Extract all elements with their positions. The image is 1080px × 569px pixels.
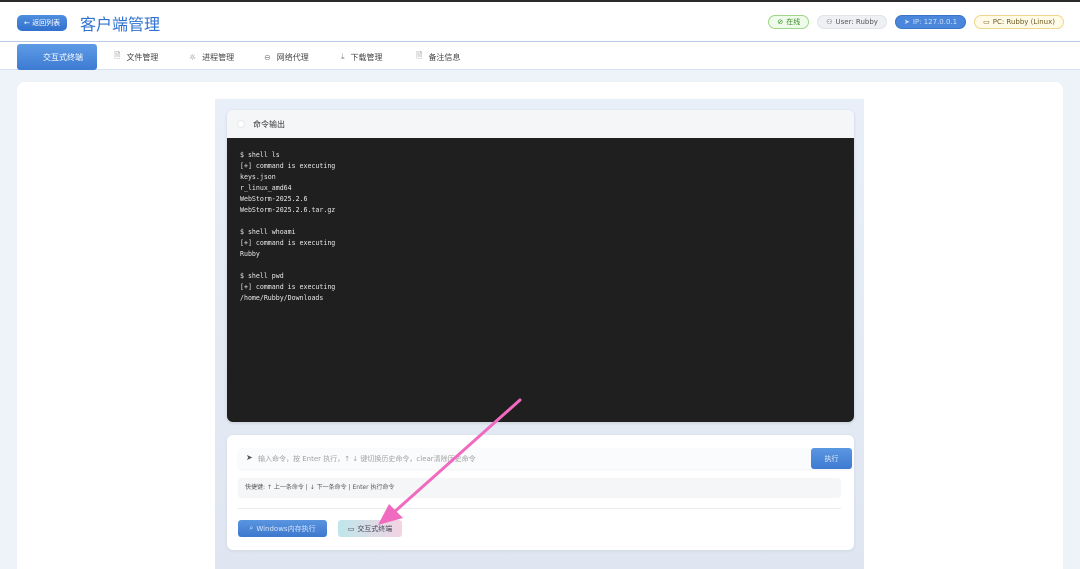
link-icon: ⊖ [264, 52, 271, 62]
note-icon: 🗎 [416, 51, 423, 60]
command-input-row: ➤ 执行 [238, 448, 852, 469]
monitor-icon: ▭ [983, 18, 990, 26]
command-input-card: ➤ 执行 快捷键: ↑ 上一条命令 | ↓ 下一条命令 | Enter 执行命令… [227, 435, 854, 550]
divider [238, 508, 841, 509]
page-title: 客户端管理 [80, 15, 161, 34]
back-button-label: ← 返回列表 [24, 19, 61, 27]
terminal-dot-icon [237, 120, 245, 128]
download-icon: ⤓ [341, 52, 345, 61]
file-icon: 🗎 [114, 51, 121, 60]
status-badges: ⊘ 在线 ⚇ User: Rubby ➤ IP: 127.0.0.1 ▭ PC:… [768, 15, 1064, 29]
send-icon: ➤ [246, 453, 253, 462]
tab-notes[interactable]: 🗎 备注信息 [416, 44, 460, 70]
search-icon: ⌕ [249, 524, 254, 532]
interactive-terminal-button[interactable]: ▭ 交互式终端 [338, 520, 402, 537]
process-icon: ☼ [189, 52, 197, 62]
monitor-icon: ▭ [347, 524, 355, 533]
header-bar: ← 返回列表 客户端管理 ⊘ 在线 ⚇ User: Rubby ➤ IP: 12… [0, 2, 1080, 42]
tab-download-management[interactable]: ⤓ 下载管理 [341, 44, 383, 70]
windows-memory-exec-button[interactable]: ⌕ Windows内存执行 [238, 520, 327, 537]
command-output-panel: 命令输出 $ shell ls [+] command is executing… [227, 110, 854, 422]
user-icon: ⚇ [826, 18, 833, 26]
tab-interactive-terminal[interactable]: 交互式终端 [17, 44, 97, 70]
check-circle-icon: ⊘ [777, 18, 784, 26]
command-input[interactable] [258, 448, 808, 469]
command-output-text[interactable]: $ shell ls [+] command is executing keys… [227, 138, 854, 422]
location-icon: ➤ [903, 18, 910, 26]
back-to-list-button[interactable]: ← 返回列表 [17, 15, 68, 31]
ip-badge: ➤ IP: 127.0.0.1 [894, 15, 967, 29]
command-output-header: 命令输出 [227, 110, 854, 138]
shortcut-hint: 快捷键: ↑ 上一条命令 | ↓ 下一条命令 | Enter 执行命令 [238, 478, 841, 498]
execute-button[interactable]: 执行 [811, 448, 852, 469]
tab-bar: 交互式终端 🗎 文件管理 ☼ 进程管理 ⊖ 网络代理 ⤓ 下载管理 🗎 备注信息 [0, 42, 1080, 70]
pc-badge: ▭ PC: Rubby (Linux) [974, 15, 1064, 29]
user-badge: ⚇ User: Rubby [817, 15, 887, 29]
tab-network-proxy[interactable]: ⊖ 网络代理 [264, 44, 309, 70]
online-status-badge: ⊘ 在线 [768, 15, 810, 29]
tab-file-management[interactable]: 🗎 文件管理 [114, 44, 158, 70]
tab-process-management[interactable]: ☼ 进程管理 [189, 44, 234, 70]
command-output-title: 命令输出 [253, 119, 285, 129]
